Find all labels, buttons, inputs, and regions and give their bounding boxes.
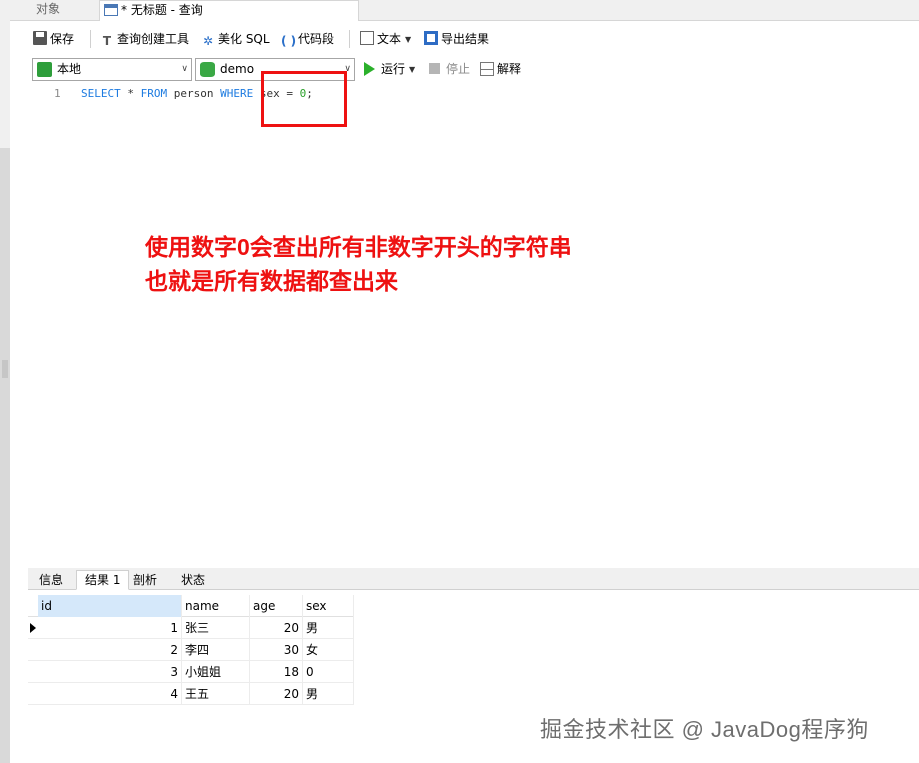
- tab-query[interactable]: * 无标题 - 查询: [99, 0, 359, 21]
- chevron-down-icon: ∨: [181, 64, 188, 74]
- left-scroll-thumb[interactable]: [2, 360, 8, 378]
- tab-objects-label: 对象: [36, 2, 61, 16]
- save-label: 保存: [50, 32, 75, 46]
- cell-id[interactable]: 1: [38, 617, 182, 639]
- table-row[interactable]: 1 张三 20 男: [28, 617, 354, 639]
- tab-objects[interactable]: 对象: [36, 0, 60, 21]
- text-mode-label: 文本: [377, 32, 402, 46]
- tab-query-label: * 无标题 - 查询: [121, 3, 203, 17]
- result-tab-bar: 信息 结果 1 剖析 状态: [28, 568, 919, 590]
- document-tab-bar: 对象 * 无标题 - 查询: [10, 0, 919, 21]
- table-row[interactable]: 4 王五 20 男: [28, 683, 354, 705]
- stop-label: 停止: [446, 62, 471, 76]
- connection-select[interactable]: 本地 ∨: [32, 58, 192, 81]
- connection-icon: [37, 62, 52, 77]
- row-selector[interactable]: [28, 617, 38, 639]
- cell-name[interactable]: 小姐姐: [182, 661, 250, 683]
- row-selector[interactable]: [28, 639, 38, 661]
- keyword-from: FROM: [140, 87, 168, 100]
- query-builder-label: 查询创建工具: [117, 32, 190, 46]
- column-header-age[interactable]: age: [250, 595, 303, 617]
- play-icon: [364, 62, 375, 76]
- run-label: 运行: [381, 62, 406, 76]
- annotation-text: 使用数字0会查出所有非数字开头的字符串 也就是所有数据都查出来: [145, 230, 572, 298]
- hammer-icon: T: [102, 34, 112, 48]
- tab-info[interactable]: 信息: [30, 570, 72, 590]
- cell-name[interactable]: 李四: [182, 639, 250, 661]
- beautify-sql-button[interactable]: ✲ 美化 SQL: [201, 30, 270, 48]
- cell-sex[interactable]: 男: [303, 617, 354, 639]
- sql-editor[interactable]: 1 SELECT * FROM person WHERE sex = 0;: [28, 86, 919, 564]
- toolbar-divider: [349, 30, 350, 48]
- chevron-down-icon: ▼: [405, 35, 412, 44]
- cell-sex[interactable]: 0: [303, 661, 354, 683]
- export-results-button[interactable]: 导出结果: [424, 30, 489, 48]
- row-selector[interactable]: [28, 683, 38, 705]
- query-builder-button[interactable]: T 查询创建工具: [100, 30, 189, 48]
- keyword-where: WHERE: [220, 87, 254, 100]
- cell-id[interactable]: 2: [38, 639, 182, 661]
- row-selector[interactable]: [28, 661, 38, 683]
- save-button[interactable]: 保存: [33, 30, 74, 48]
- cell-sex[interactable]: 女: [303, 639, 354, 661]
- column-header-sex[interactable]: sex: [303, 595, 354, 617]
- beautify-sql-label: 美化 SQL: [218, 32, 270, 46]
- line-number-gutter: 1: [28, 86, 68, 564]
- save-icon: [33, 31, 47, 45]
- code-table: person: [167, 87, 221, 100]
- current-row-arrow-icon: [30, 623, 36, 633]
- database-icon: [200, 62, 215, 77]
- table-row[interactable]: 3 小姐姐 18 0: [28, 661, 354, 683]
- tab-profile[interactable]: 剖析: [124, 570, 166, 590]
- cell-id[interactable]: 4: [38, 683, 182, 705]
- cell-age[interactable]: 18: [250, 661, 303, 683]
- table-row[interactable]: 2 李四 30 女: [28, 639, 354, 661]
- keyword-select: SELECT: [81, 87, 121, 100]
- cell-sex[interactable]: 男: [303, 683, 354, 705]
- cell-name[interactable]: 张三: [182, 617, 250, 639]
- code-snippet-icon: ( ): [281, 34, 297, 48]
- export-icon: [424, 31, 438, 45]
- code-snippet-button[interactable]: ( ) 代码段: [281, 30, 334, 48]
- export-results-label: 导出结果: [441, 32, 490, 46]
- cell-age[interactable]: 20: [250, 683, 303, 705]
- connection-select-value: 本地: [57, 62, 82, 76]
- grid-header-row: id name age sex: [28, 595, 354, 617]
- magic-wand-icon: ✲: [202, 34, 214, 48]
- explain-icon: [480, 62, 494, 76]
- code-snippet-label: 代码段: [298, 32, 335, 46]
- cell-name[interactable]: 王五: [182, 683, 250, 705]
- cell-age[interactable]: 20: [250, 617, 303, 639]
- highlight-box: [261, 71, 347, 127]
- code-star: *: [120, 87, 141, 100]
- tab-result-1[interactable]: 结果 1: [76, 570, 130, 590]
- column-header-id[interactable]: id: [38, 595, 182, 617]
- cell-age[interactable]: 30: [250, 639, 303, 661]
- left-scroll-strip: [0, 0, 10, 763]
- explain-label: 解释: [497, 62, 522, 76]
- toolbar-divider: [90, 30, 91, 48]
- query-toolbar: 保存 T 查询创建工具 ✲ 美化 SQL ( ) 代码段 文本 ▼ 导出结果: [28, 27, 919, 51]
- run-button[interactable]: 运行 ▼: [364, 61, 415, 78]
- watermark-text: 掘金技术社区 @ JavaDog程序狗: [540, 717, 869, 742]
- text-mode-button[interactable]: 文本 ▼: [360, 30, 411, 48]
- stop-button[interactable]: 停止: [429, 61, 470, 77]
- database-select-value: demo: [220, 62, 255, 76]
- stop-icon: [429, 63, 440, 74]
- column-header-name[interactable]: name: [182, 595, 250, 617]
- annotation-line-2: 也就是所有数据都查出来: [145, 268, 398, 294]
- line-number: 1: [54, 87, 61, 100]
- left-scroll-track[interactable]: [0, 148, 10, 763]
- cell-id[interactable]: 3: [38, 661, 182, 683]
- result-grid: id name age sex 1 张三 20 男 2 李四 30 女 3 小姐…: [28, 595, 354, 705]
- chevron-down-icon: ▼: [409, 65, 416, 74]
- text-document-icon: [360, 31, 374, 45]
- explain-button[interactable]: 解释: [480, 61, 521, 77]
- annotation-line-1: 使用数字0会查出所有非数字开头的字符串: [145, 234, 572, 260]
- tab-status[interactable]: 状态: [172, 570, 214, 590]
- row-selector-header: [28, 595, 38, 617]
- query-table-icon: [104, 4, 118, 16]
